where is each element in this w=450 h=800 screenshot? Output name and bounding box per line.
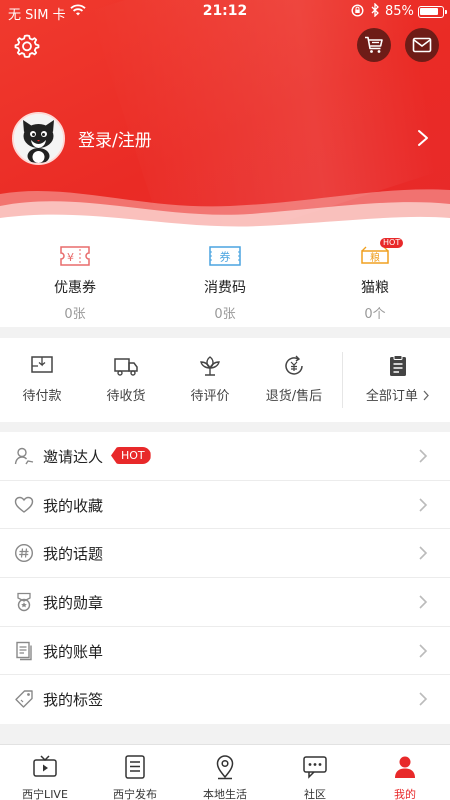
hot-badge: HOT [111,447,151,464]
settings-button[interactable] [13,32,41,60]
chevron-right-icon [419,644,428,658]
cat-food-icon: 粮 HOT [358,238,404,270]
message-button[interactable] [405,28,439,62]
wallet-icon [29,354,55,378]
tab-label: 本地生活 [203,788,247,800]
tab-label: 我的 [394,788,416,800]
flower-icon [197,354,223,378]
envelope-icon [412,37,432,53]
cart-icon [365,36,383,53]
order-label: 待评价 [190,389,230,404]
wave-decoration [0,189,450,232]
clipboard-icon [387,354,409,378]
profile-header: 无 SIM 卡 21:12 85% 登录/注册 [0,0,450,232]
coupon-name: 消费码 [204,280,246,296]
chat-icon [303,756,327,779]
login-register-link[interactable]: 登录/注册 [78,126,152,151]
chevron-right-icon [419,498,428,512]
order-label: 待收货 [106,389,146,404]
chevron-right-icon[interactable] [414,128,432,148]
menu-item-tags[interactable]: 我的标签 [0,675,450,724]
divider [342,352,343,408]
svg-text:¥: ¥ [67,251,74,264]
profile-page: 无 SIM 卡 21:12 85% 登录/注册 ¥ 优惠券 0张 券 消费码 0… [0,0,450,800]
all-orders-label: 全部订单 [346,385,450,404]
list-icon [125,755,145,779]
avatar[interactable] [12,112,65,165]
all-orders-button[interactable]: 全部订单 [346,338,450,422]
menu-item-label: 邀请达人 [43,448,104,466]
bill-icon [16,641,32,660]
chevron-right-icon [419,692,428,707]
coupon-value: 0张 [214,307,236,322]
menu-item-label: 我的账单 [43,642,104,661]
order-pending-payment[interactable]: 待付款 [0,338,84,422]
tab-mine[interactable]: 我的 [360,745,450,800]
order-shortcuts: 待付款 待收货 待评价 退货/售后 全部订单 [0,338,450,422]
menu-item-label: 我的勋章 [43,594,104,613]
truck-icon [113,354,139,378]
profile-menu-list: 邀请达人 HOT 我的收藏 我的话题 我的勋章 我的账单 我的标签 [0,432,450,724]
tab-xining-live[interactable]: 西宁LIVE [0,745,90,800]
yen-ticket-icon: ¥ [58,242,92,270]
chevron-right-icon [419,546,428,560]
person-icon [395,756,415,778]
status-bar: 无 SIM 卡 21:12 85% [0,0,450,23]
tab-local-life[interactable]: 本地生活 [180,745,270,800]
rotation-lock-icon [351,4,364,21]
consumption-code-item[interactable]: 券 消费码 0张 [150,232,300,327]
tab-xining-publish[interactable]: 西宁发布 [90,745,180,800]
menu-item-invite[interactable]: 邀请达人 HOT [0,432,450,481]
menu-item-favorites[interactable]: 我的收藏 [0,481,450,530]
order-pending-receipt[interactable]: 待收货 [84,338,168,422]
menu-item-bills[interactable]: 我的账单 [0,627,450,676]
menu-item-label: 我的标签 [43,691,104,710]
menu-item-medals[interactable]: 我的勋章 [0,578,450,627]
voucher-icon-text: 券 [220,250,231,264]
battery-percent: 85% [385,4,414,19]
voucher-icon: 券 [208,242,242,270]
cat-avatar-icon [14,114,63,163]
tag-icon [15,690,33,709]
menu-item-topics[interactable]: 我的话题 [0,529,450,579]
heart-icon [14,496,34,513]
order-label: 退货/售后 [265,389,323,404]
coupon-value: 0张 [64,307,86,322]
refund-icon [281,354,307,378]
chevron-right-icon [423,390,429,401]
clock: 21:12 [202,3,248,19]
location-pin-icon [216,755,234,780]
battery-icon [418,6,447,18]
menu-item-label: 我的话题 [43,545,104,564]
coupon-summary: ¥ 优惠券 0张 券 消费码 0张 粮 HOT 猫粮 0个 [0,232,450,327]
cart-button[interactable] [357,28,391,62]
order-pending-review[interactable]: 待评价 [168,338,252,422]
tv-icon [33,755,57,777]
cat-food-item[interactable]: 粮 HOT 猫粮 0个 [300,232,450,327]
hashtag-icon [14,544,34,563]
all-orders-text: 全部订单 [365,389,418,404]
medal-icon [17,592,31,612]
tab-label: 社区 [304,788,326,800]
tab-label: 西宁LIVE [22,788,68,800]
coupon-name: 猫粮 [361,280,389,296]
gear-icon [14,34,40,58]
order-refund-aftersale[interactable]: 退货/售后 [252,338,336,422]
coupon-name: 优惠券 [54,280,96,296]
chevron-right-icon [419,595,428,609]
cat-food-icon-text: 粮 [370,251,380,264]
tab-label: 西宁发布 [113,788,157,800]
bottom-tab-bar: 西宁LIVE 西宁发布 本地生活 社区 我的 [0,744,450,800]
menu-item-label: 我的收藏 [43,496,104,515]
tab-community[interactable]: 社区 [270,745,360,800]
invite-user-icon [14,447,34,465]
hot-badge: HOT [380,238,404,248]
order-label: 待付款 [22,389,62,404]
bluetooth-icon [371,2,380,21]
chevron-right-icon [419,449,428,463]
coupon-value: 0个 [364,307,386,322]
coupon-item[interactable]: ¥ 优惠券 0张 [0,232,150,327]
